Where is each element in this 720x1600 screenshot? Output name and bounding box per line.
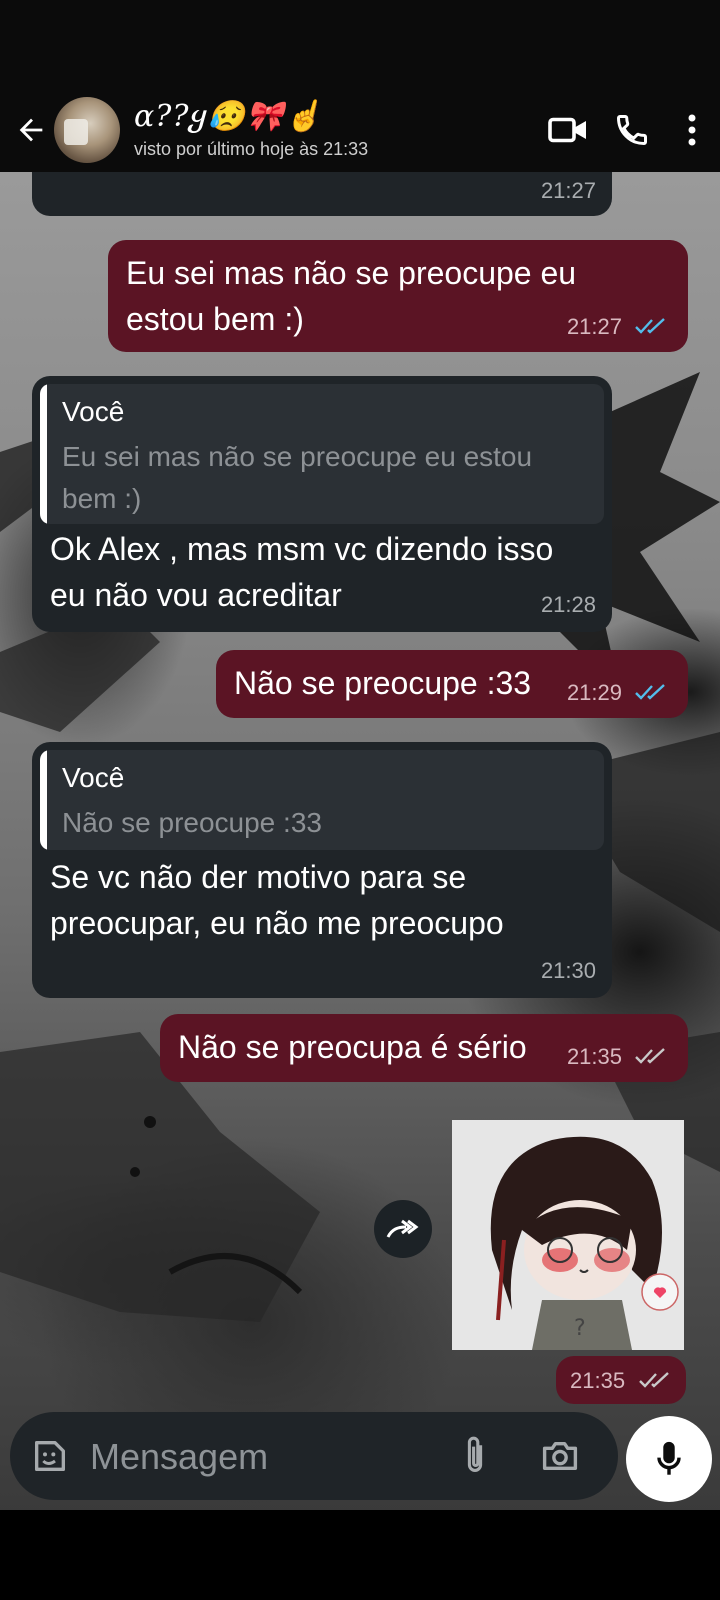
- message-bubble-outgoing[interactable]: Não se preocupe :33 21:29: [216, 650, 688, 718]
- sticker-icon[interactable]: [30, 1436, 70, 1476]
- sticker-time-bubble[interactable]: 21:35: [556, 1356, 686, 1404]
- quote-bar: [40, 384, 47, 524]
- quote-text: Eu sei mas não se preocupe eu estou bem …: [62, 436, 532, 520]
- avatar[interactable]: [54, 97, 120, 163]
- video-call-button[interactable]: [536, 88, 600, 172]
- quote-bar: [40, 750, 47, 850]
- quote-author: Você: [62, 396, 125, 427]
- back-button[interactable]: [0, 88, 56, 172]
- message-bubble-incoming[interactable]: Você Não se preocupe :33 Se vc não der m…: [32, 742, 612, 998]
- more-vert-icon: [688, 114, 696, 146]
- message-time: 21:30: [540, 958, 596, 983]
- quote-author: Você: [62, 762, 125, 793]
- quote-line: bem :): [62, 483, 142, 514]
- message-bubble-outgoing[interactable]: Eu sei mas não se preocupe eu estou bem …: [108, 240, 688, 352]
- mic-icon: [657, 1441, 681, 1475]
- double-check-icon: [635, 684, 665, 700]
- back-arrow-icon: [19, 118, 43, 142]
- quoted-message[interactable]: Você Não se preocupe :33: [40, 750, 604, 850]
- contact-info[interactable]: ɑ??ყ😥🎀☝ visto por último hoje às 21:33: [134, 99, 536, 161]
- message-time: 21:29: [566, 680, 622, 705]
- message-text: Ok Alex , mas msm vc dizendo isso eu não…: [50, 526, 553, 618]
- voice-call-button[interactable]: [600, 88, 664, 172]
- double-check-icon: [635, 318, 665, 334]
- message-line: Se vc não der motivo para se: [50, 859, 467, 895]
- message-line: eu não vou acreditar: [50, 577, 342, 613]
- quoted-message[interactable]: Você Eu sei mas não se preocupe eu estou…: [40, 384, 604, 524]
- message-time: 21:27: [566, 314, 622, 339]
- message-input[interactable]: Mensagem: [90, 1436, 268, 1478]
- message-line: Eu sei mas não se preocupe eu: [126, 255, 577, 291]
- message-text: Não se preocupe :33: [234, 665, 532, 701]
- double-check-icon: [635, 1048, 665, 1064]
- chat-background: 21:27 Eu sei mas não se preocupe eu esto…: [0, 172, 720, 1516]
- contact-name: ɑ??ყ😥🎀☝: [134, 99, 323, 134]
- message-bubble-incoming[interactable]: 21:27: [32, 172, 612, 216]
- forward-button[interactable]: [374, 1200, 432, 1258]
- sticker-image[interactable]: ?: [452, 1120, 684, 1350]
- status-bar: [0, 0, 720, 88]
- message-text: Se vc não der motivo para se preocupar, …: [50, 854, 504, 946]
- chibi-sticker-art: ?: [452, 1120, 684, 1350]
- message-text: Não se preocupa é sério: [178, 1029, 527, 1065]
- quote-line: Não se preocupe :33: [62, 807, 322, 838]
- more-options-button[interactable]: [664, 88, 720, 172]
- message-bubble-outgoing[interactable]: Não se preocupa é sério 21:35: [160, 1014, 688, 1082]
- camera-icon[interactable]: [540, 1438, 580, 1474]
- quote-text: Não se preocupe :33: [62, 802, 322, 844]
- quote-line: Eu sei mas não se preocupe eu estou: [62, 441, 533, 472]
- message-time: 21:28: [540, 592, 596, 617]
- svg-text:?: ?: [574, 1316, 586, 1341]
- attach-icon[interactable]: [458, 1434, 492, 1476]
- message-line: Ok Alex , mas msm vc dizendo isso: [50, 531, 554, 567]
- message-time: 21:27: [540, 178, 596, 203]
- chat-header: ɑ??ყ😥🎀☝ visto por último hoje às 21:33: [0, 88, 720, 172]
- video-call-icon: [548, 117, 586, 143]
- message-bubble-incoming[interactable]: Você Eu sei mas não se preocupe eu estou…: [32, 376, 612, 632]
- phone-icon: [616, 115, 647, 146]
- message-input-bar[interactable]: Mensagem: [10, 1412, 618, 1500]
- navigation-bar: [0, 1510, 720, 1600]
- last-seen-status: visto por último hoje às 21:33: [134, 139, 369, 159]
- message-text: Eu sei mas não se preocupe eu estou bem …: [126, 250, 576, 342]
- voice-record-button[interactable]: [626, 1416, 712, 1502]
- message-line: preocupar, eu não me preocupo: [50, 905, 504, 941]
- double-check-icon: [639, 1372, 669, 1388]
- message-time: 21:35: [570, 1368, 626, 1393]
- message-line: estou bem :): [126, 301, 304, 337]
- message-time: 21:35: [566, 1044, 622, 1069]
- forward-icon: [386, 1219, 419, 1238]
